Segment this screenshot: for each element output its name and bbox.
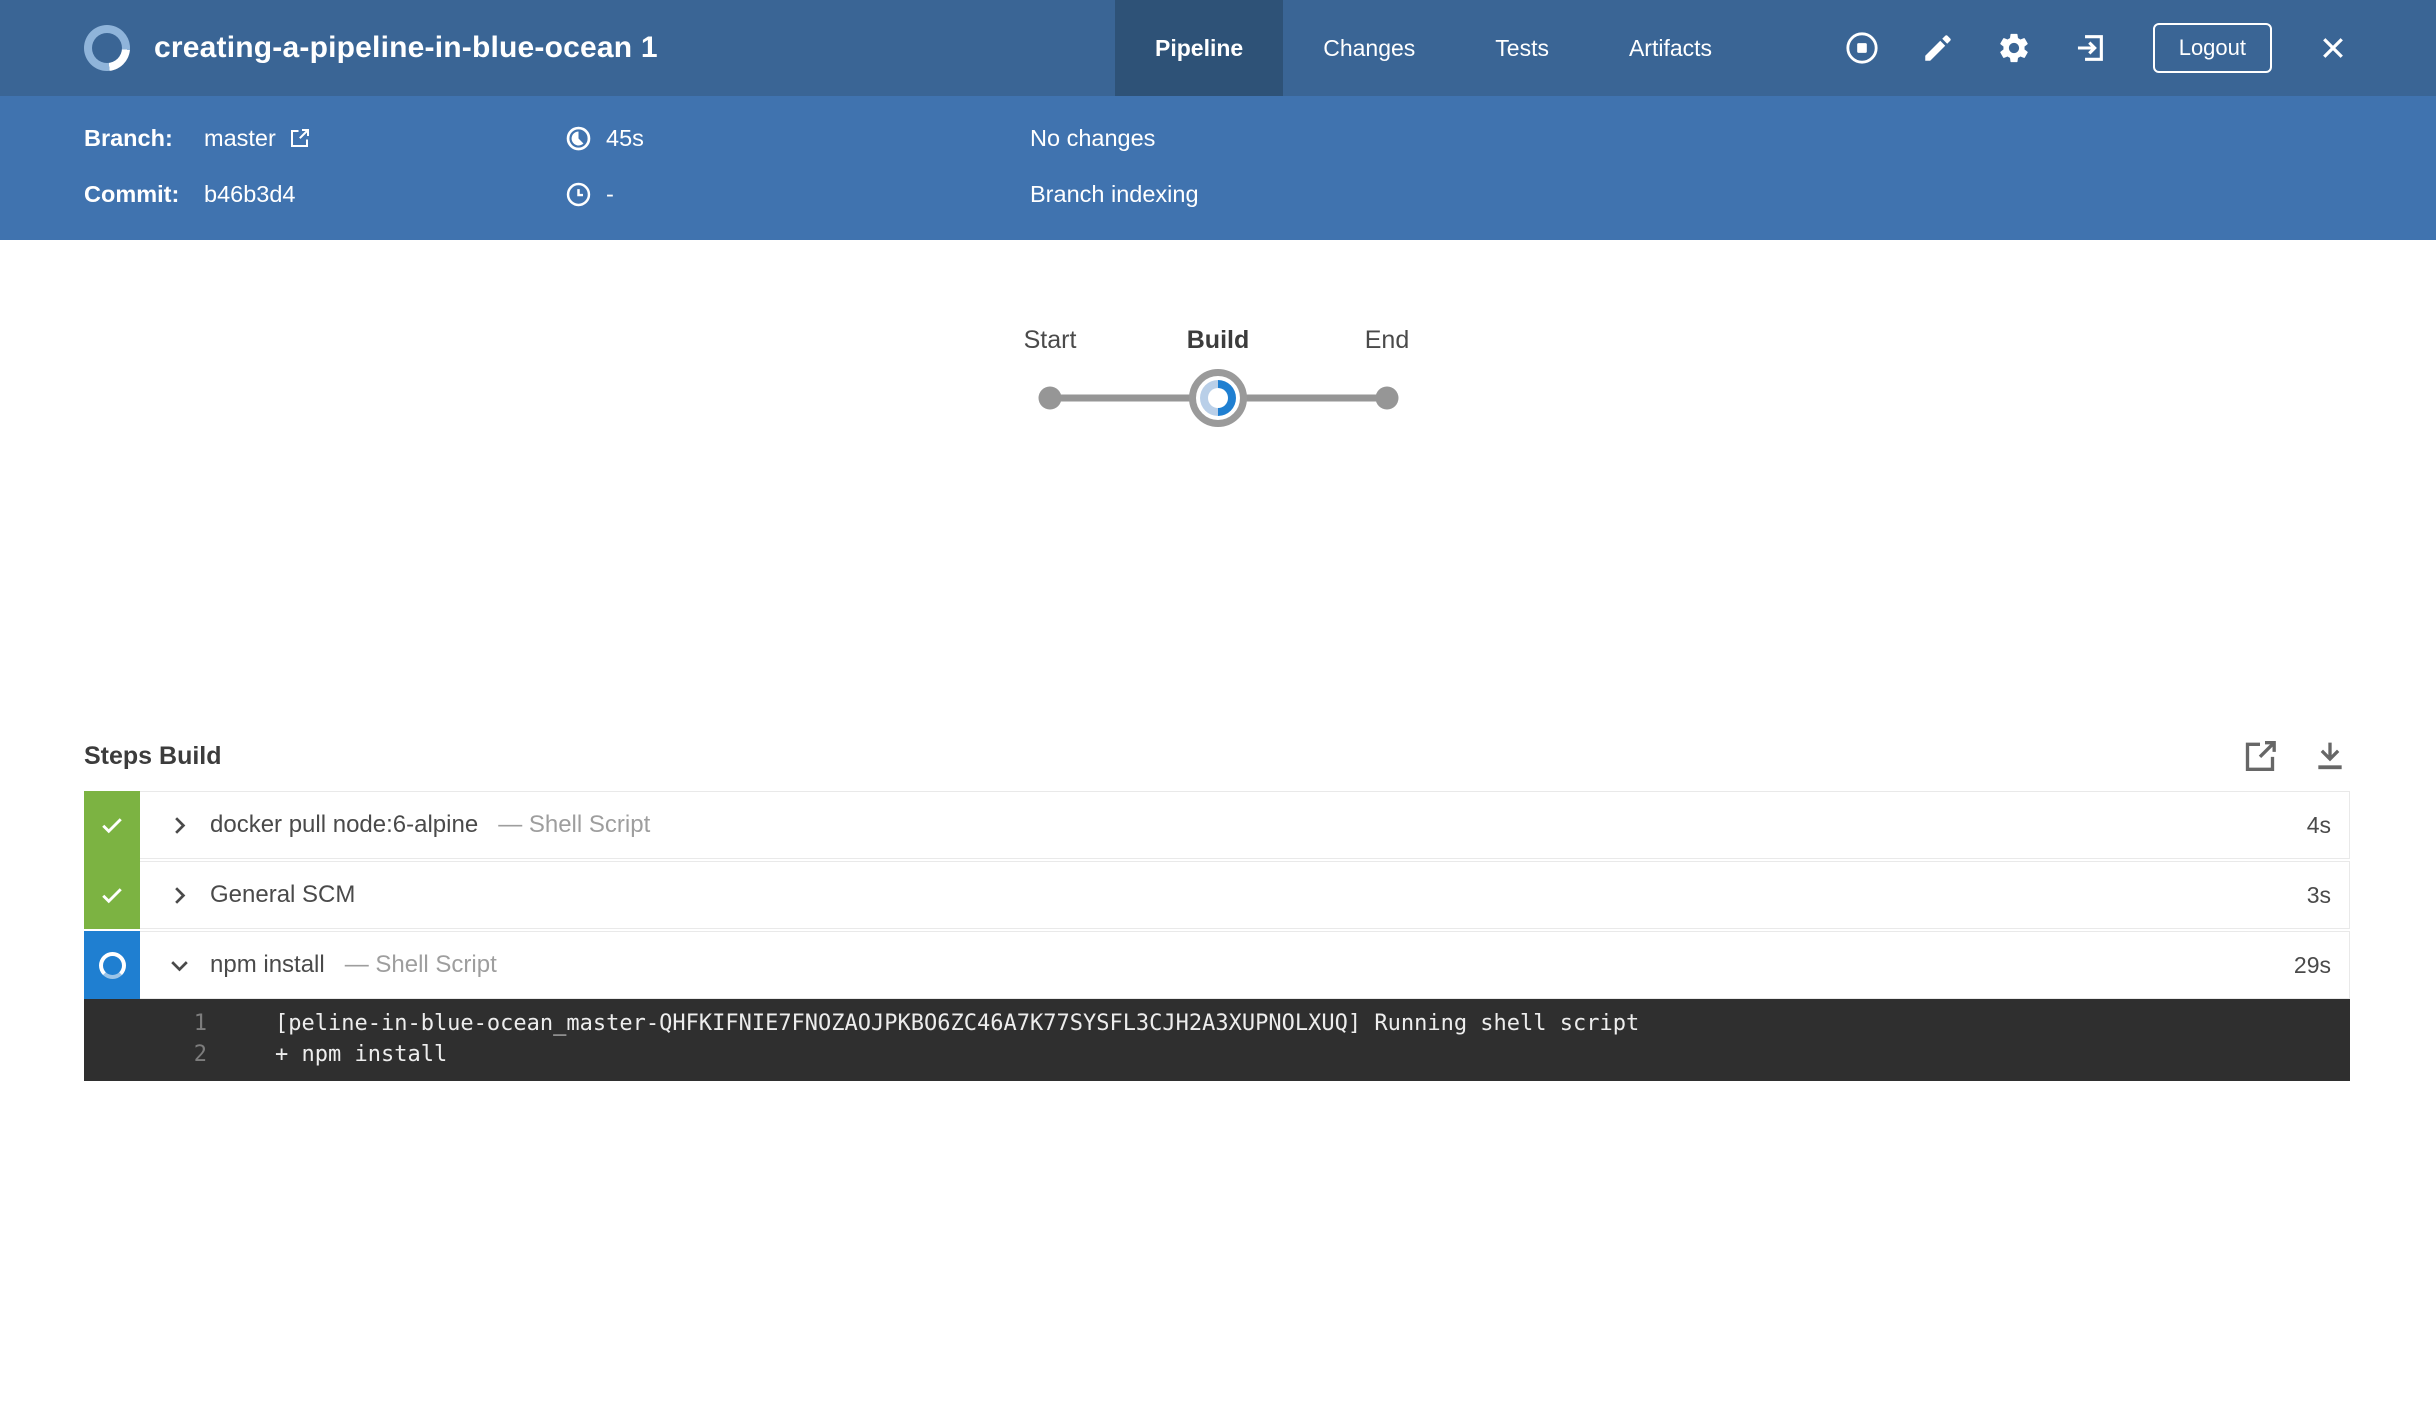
tab-pipeline[interactable]: Pipeline [1115,0,1284,96]
duration-value: 45s [606,124,644,151]
console-log: 1 [peline-in-blue-ocean_master-QHFKIFNIE7… [84,999,2350,1081]
node-label-end: End [1364,326,1410,354]
check-icon [102,818,122,834]
running-progress-ring [1200,380,1236,416]
pipeline-graph: Start Build End [0,240,2436,520]
step-status-running [84,931,140,999]
step-name: npm install [210,951,325,978]
console-line-number[interactable]: 1 [84,1008,207,1039]
chevron-down-icon [166,952,193,979]
blue-ocean-run-page: creating-a-pipeline-in-blue-ocean 1 Pipe… [0,0,2436,1414]
console-line: 1 [peline-in-blue-ocean_master-QHFKIFNIE7… [84,1008,2350,1039]
branch-value: master [204,124,276,151]
result-tabs: Pipeline Changes Tests Artifacts [1115,0,1752,96]
branch-label: Branch: [84,124,173,151]
steps-header: Steps Build [84,732,2350,780]
duration-icon [565,125,592,152]
run-status-spinner-logo [84,25,130,71]
tab-changes[interactable]: Changes [1283,0,1455,96]
page-title: creating-a-pipeline-in-blue-ocean 1 [154,31,658,64]
run-details-bar: Branch: master Commit: b46b3d4 45s - No … [0,96,2436,240]
chevron-right-icon [166,812,193,839]
steps-title: Steps Build [84,741,222,770]
steps-section: Steps Build docker pull node:6-alpine — … [84,732,2350,1081]
branch-external-link-icon[interactable] [288,126,312,150]
clock-icon [565,181,592,208]
step-duration: 3s [2306,881,2331,908]
step-duration: 29s [2293,951,2331,978]
changes-message: No changes [1030,124,1156,151]
close-icon[interactable] [2318,33,2348,63]
tab-artifacts[interactable]: Artifacts [1589,0,1752,96]
eta-value: - [606,180,614,207]
settings-gear-icon[interactable] [1997,31,2031,65]
edit-pipeline-icon[interactable] [1921,31,1955,65]
step-row-general-scm[interactable]: General SCM 3s [84,861,2350,929]
console-line-number[interactable]: 2 [84,1039,207,1070]
eta-row: - [565,176,614,212]
step-row-body: docker pull node:6-alpine — Shell Script… [140,791,2350,859]
step-row-npm-install[interactable]: npm install — Shell Script 29s [84,931,2350,999]
check-icon [102,888,122,904]
step-status-success [84,791,140,861]
step-name: General SCM [210,881,356,908]
running-spinner-icon [98,951,126,979]
logout-button[interactable]: Logout [2152,23,2272,73]
brand: creating-a-pipeline-in-blue-ocean 1 [84,0,658,96]
commit-value: b46b3d4 [204,180,296,207]
branch-row: Branch: master [84,120,312,156]
top-nav: creating-a-pipeline-in-blue-ocean 1 Pipe… [0,0,2436,96]
console-line: 2 + npm install [84,1039,2350,1070]
step-duration: 4s [2306,811,2331,838]
stop-build-icon[interactable] [1845,31,1879,65]
step-row-docker-pull[interactable]: docker pull node:6-alpine — Shell Script… [84,791,2350,861]
step-detail: — Shell Script [344,951,497,978]
step-list: docker pull node:6-alpine — Shell Script… [84,791,2350,1081]
commit-label: Commit: [84,180,180,207]
end-node-dot [1375,386,1399,410]
open-in-new-window-icon[interactable] [2240,736,2280,776]
step-status-success [84,861,140,929]
chevron-right-icon [166,882,193,909]
duration-row: 45s [565,120,644,156]
download-log-icon[interactable] [2310,736,2350,776]
build-node-running-spinner[interactable] [1189,369,1247,427]
tab-tests[interactable]: Tests [1455,0,1589,96]
steps-toolbar [2240,736,2350,776]
step-row-body: npm install — Shell Script 29s [140,931,2350,999]
start-node-dot [1038,386,1062,410]
commit-row: Commit: b46b3d4 [84,176,296,212]
header-actions: Logout [1845,0,2348,96]
console-line-text: + npm install [275,1042,448,1067]
step-row-body: General SCM 3s [140,861,2350,929]
go-to-classic-exit-icon[interactable] [2073,31,2107,65]
step-detail: — Shell Script [498,811,651,838]
status-message: Branch indexing [1030,180,1199,207]
node-label-build: Build [1186,326,1250,354]
node-label-start: Start [1023,326,1077,354]
console-line-text: [peline-in-blue-ocean_master-QHFKIFNIE7F… [275,1011,1640,1036]
step-name: docker pull node:6-alpine [210,811,479,838]
